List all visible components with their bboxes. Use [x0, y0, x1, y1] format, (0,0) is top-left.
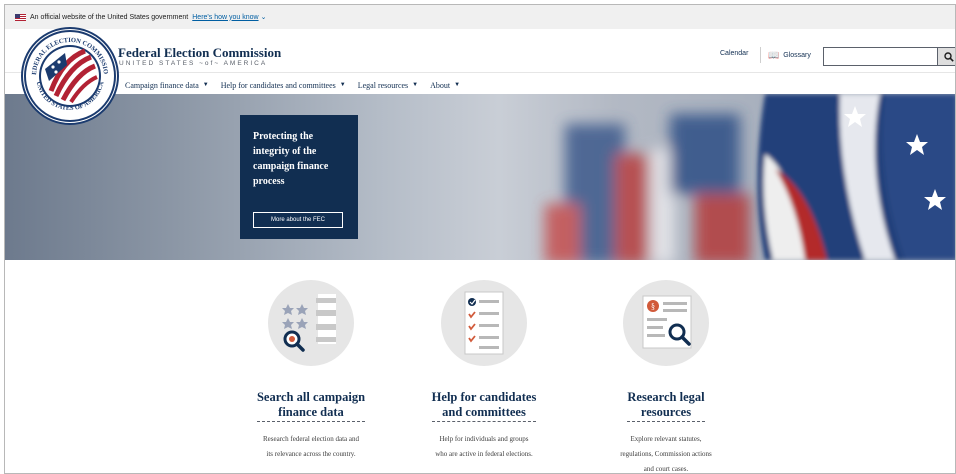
- hero-callout: Protecting the integrity of the campaign…: [240, 115, 358, 239]
- browser-viewport: An official website of the United States…: [4, 4, 956, 474]
- calendar-link[interactable]: Calendar: [720, 50, 748, 57]
- card-title-line: and committees: [442, 405, 526, 419]
- svg-text:§: §: [651, 302, 655, 311]
- card-title-link[interactable]: Help for candidates and committees: [431, 390, 537, 422]
- card-desc-line: its relevance across the country.: [266, 450, 356, 458]
- site-subtitle: UNITED STATES ~of~ AMERICA: [119, 60, 268, 67]
- main-nav: Campaign finance data ▼ Help for candida…: [125, 76, 460, 94]
- caret-down-icon: ▼: [202, 82, 209, 88]
- caret-down-icon: ▼: [454, 82, 461, 88]
- card-desc-line: and court cases.: [643, 465, 689, 473]
- card-title-link[interactable]: Research legal resources: [627, 390, 705, 422]
- nav-help-candidates[interactable]: Help for candidates and committees ▼: [221, 76, 346, 94]
- fec-seal-logo[interactable]: FEDERAL ELECTION COMMISSION UNITED STATE…: [21, 27, 119, 125]
- header-divider: [5, 72, 955, 73]
- card-title-link[interactable]: Search all campaign finance data: [256, 390, 366, 422]
- hero-flag-image: [545, 94, 955, 260]
- magnifier-icon[interactable]: [268, 280, 354, 366]
- card-desc-line: regulations, Commission actions: [620, 450, 712, 458]
- utility-divider: [760, 47, 761, 63]
- nav-legal-resources[interactable]: Legal resources ▼: [358, 76, 418, 94]
- card-title-line: Research legal: [627, 390, 705, 404]
- hero-banner: Protecting the integrity of the campaign…: [5, 94, 955, 260]
- glossary-label: Glossary: [783, 52, 811, 59]
- heres-how-you-know-link[interactable]: Here's how you know: [192, 14, 258, 21]
- site-title[interactable]: Federal Election Commission: [118, 45, 281, 61]
- card-desc-line: Explore relevant statutes,: [630, 435, 702, 443]
- search-button[interactable]: [938, 47, 955, 66]
- card-title-line: finance data: [278, 405, 344, 419]
- nav-label: Help for candidates and committees: [220, 80, 336, 90]
- us-flag-icon: [15, 13, 26, 21]
- card-search-campaign-finance: Search all campaign finance data Researc…: [236, 280, 386, 462]
- nav-label: Campaign finance data: [125, 80, 199, 90]
- card-description: Help for individuals and groups who are …: [409, 432, 559, 462]
- card-desc-line: Research federal election data and: [262, 435, 359, 443]
- search-icon: [943, 51, 954, 62]
- card-title-line: Help for candidates: [431, 390, 537, 404]
- card-title-line: resources: [640, 405, 692, 419]
- caret-down-icon: ▼: [339, 82, 346, 88]
- glossary-link[interactable]: 📖 Glossary: [768, 50, 811, 61]
- caret-down-icon: ▼: [412, 82, 419, 88]
- more-about-fec-button[interactable]: More about the FEC: [253, 212, 343, 228]
- book-icon: 📖: [768, 50, 780, 60]
- nav-about[interactable]: About ▼: [430, 76, 460, 94]
- card-title-line: Search all campaign: [256, 390, 366, 404]
- gov-banner-text: An official website of the United States…: [30, 13, 189, 21]
- gov-banner: An official website of the United States…: [5, 5, 955, 29]
- checklist-icon[interactable]: [441, 280, 527, 366]
- chevron-down-icon[interactable]: ⌄: [261, 13, 267, 21]
- card-desc-line: Help for individuals and groups: [439, 435, 529, 443]
- hero-heading: Protecting the integrity of the campaign…: [253, 131, 329, 187]
- card-help-candidates: Help for candidates and committees Help …: [409, 280, 559, 462]
- card-description: Explore relevant statutes, regulations, …: [591, 432, 741, 473]
- card-research-legal: § Research legal resources Explore relev…: [591, 280, 741, 473]
- nav-label: About: [430, 80, 451, 90]
- nav-campaign-finance-data[interactable]: Campaign finance data ▼: [125, 76, 209, 94]
- card-desc-line: who are active in federal elections.: [435, 450, 533, 458]
- nav-label: Legal resources: [357, 80, 409, 90]
- legal-document-icon[interactable]: §: [623, 280, 709, 366]
- search-input[interactable]: [823, 47, 938, 66]
- card-description: Research federal election data and its r…: [236, 432, 386, 462]
